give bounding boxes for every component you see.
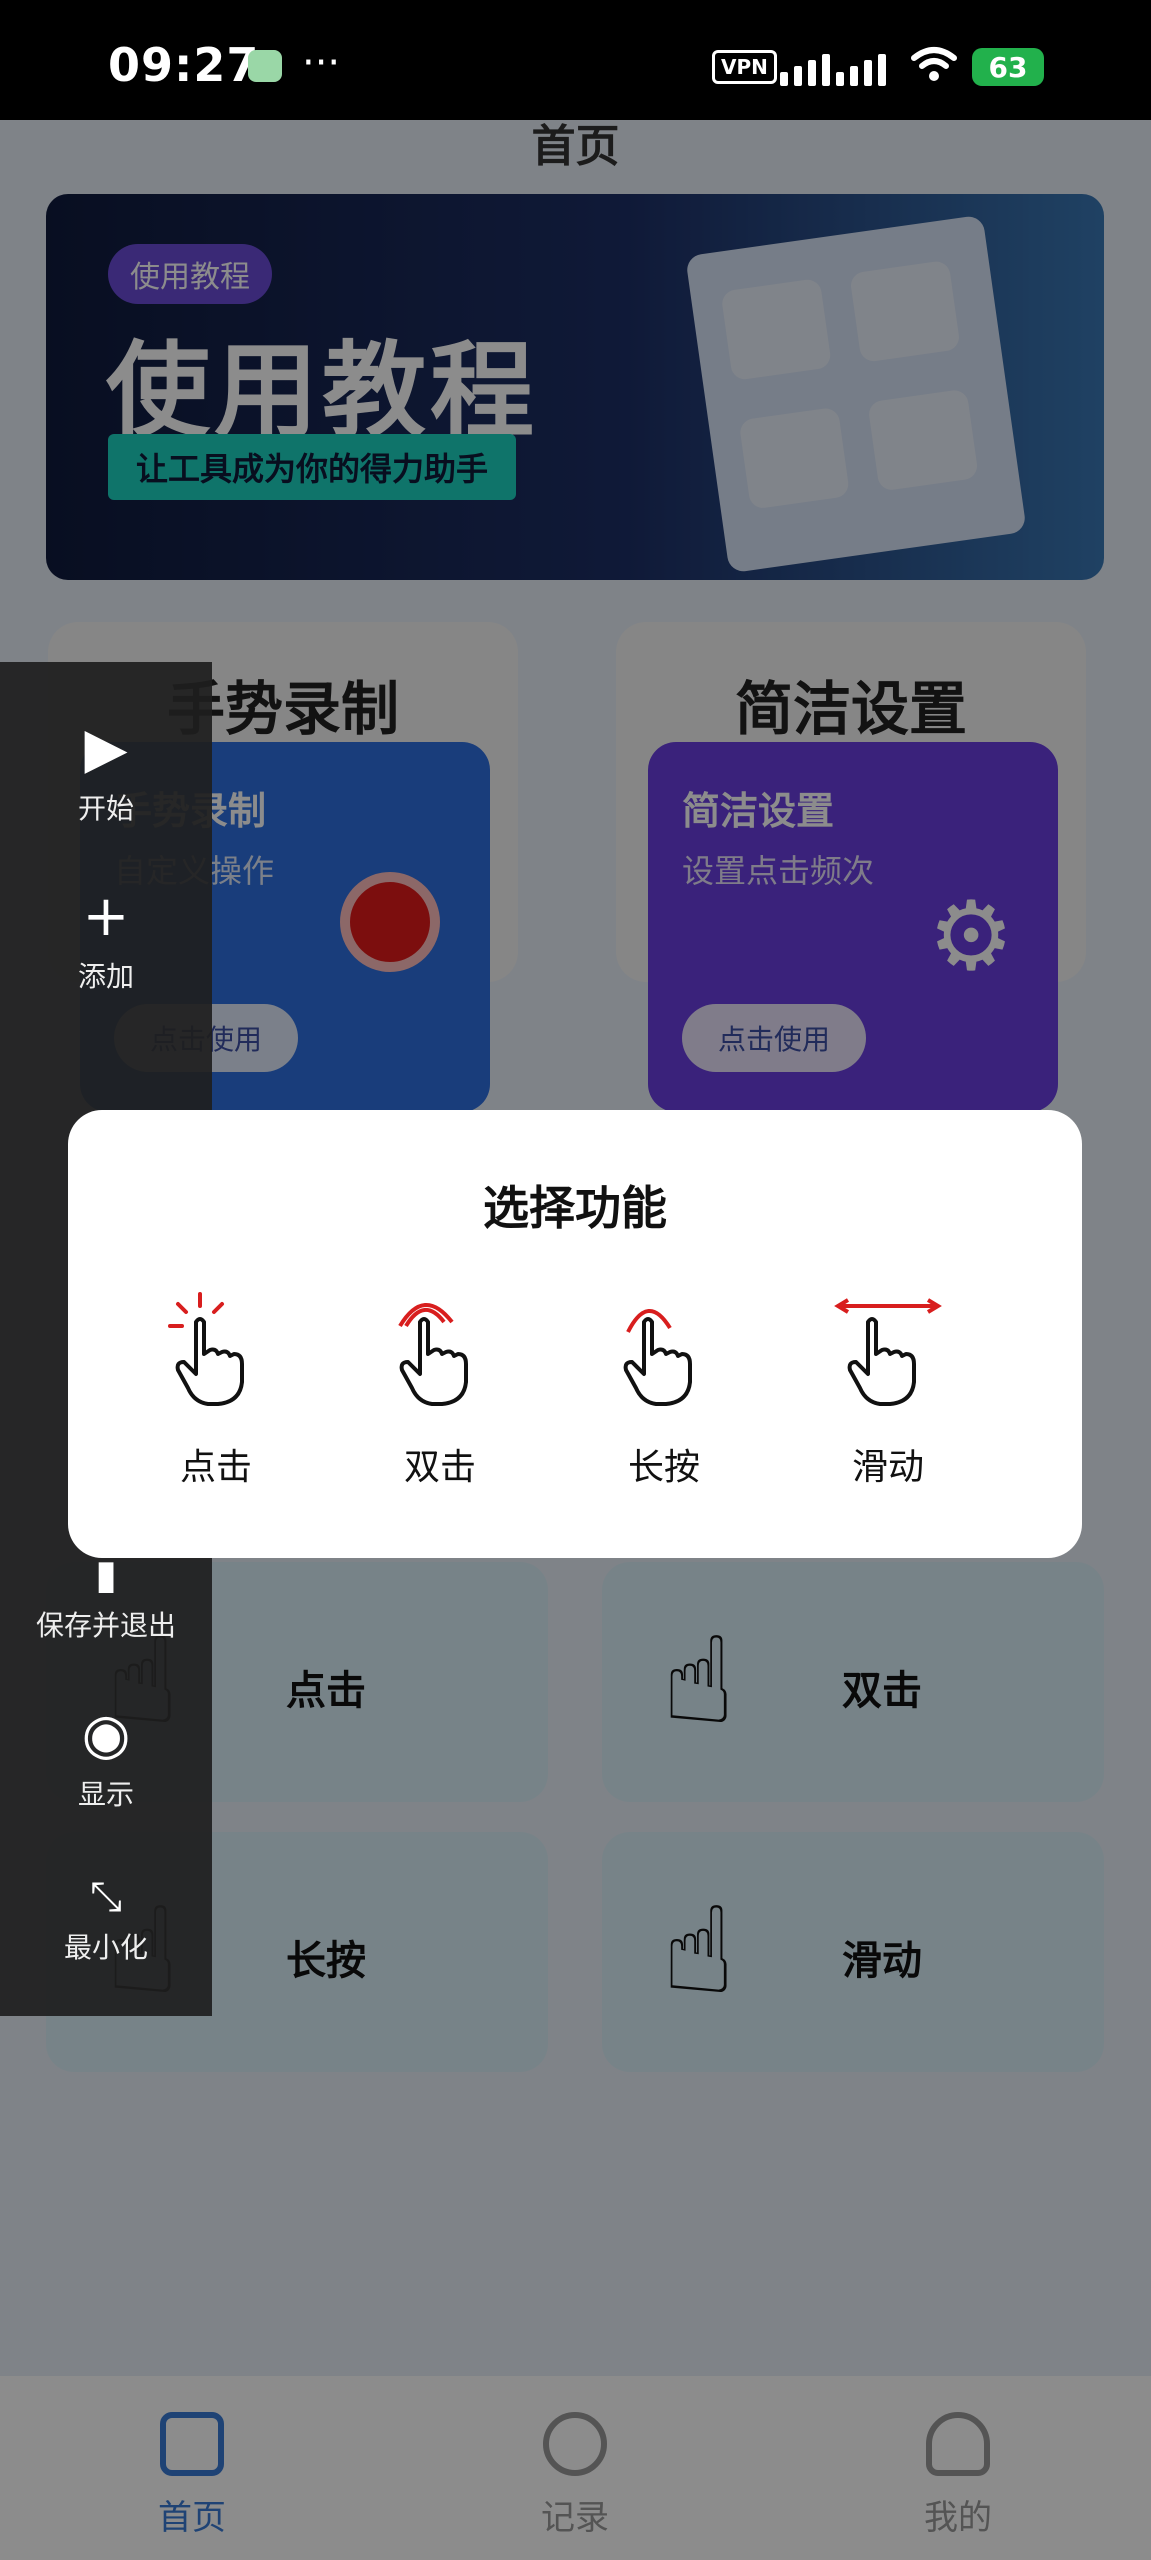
- option-long-press[interactable]: 长按: [574, 1292, 754, 1490]
- option-label: 点击: [179, 1447, 252, 1488]
- more-notifications-icon: ···: [302, 40, 341, 86]
- save-icon: ▮: [94, 1552, 117, 1598]
- minimize-icon: ⤡: [90, 1874, 122, 1920]
- toolbar-label: 显示: [77, 1778, 134, 1811]
- eye-icon: ◉: [81, 1702, 131, 1767]
- long-press-icon: [604, 1292, 724, 1412]
- toolbar-label: 最小化: [63, 1931, 148, 1964]
- start-button[interactable]: ▶ 开始: [0, 716, 212, 827]
- android-app-icon: [248, 50, 282, 82]
- tap-icon: [156, 1292, 276, 1412]
- toolbar-label: 添加: [77, 960, 134, 993]
- option-swipe[interactable]: 滑动: [798, 1292, 978, 1490]
- wifi-icon: [910, 44, 958, 88]
- option-double-tap[interactable]: 双击: [350, 1292, 530, 1490]
- option-tap[interactable]: 点击: [126, 1292, 306, 1490]
- signal-icon: [780, 46, 886, 86]
- minimize-button[interactable]: ⤡ 最小化: [0, 1874, 212, 1966]
- swipe-icon: [828, 1292, 948, 1412]
- play-icon: ▶: [84, 716, 128, 781]
- plus-icon: +: [82, 884, 130, 949]
- dialog-title: 选择功能: [483, 1181, 667, 1235]
- status-time: 09:27: [108, 38, 260, 92]
- battery-level: 63: [988, 50, 1028, 84]
- toolbar-label: 保存并退出: [35, 1609, 176, 1642]
- battery-icon: 63: [972, 48, 1044, 86]
- status-bar: 09:27 ··· VPN 63: [0, 0, 1151, 120]
- save-exit-button[interactable]: ▮ 保存并退出: [0, 1552, 212, 1644]
- option-label: 滑动: [851, 1447, 924, 1488]
- show-button[interactable]: ◉ 显示: [0, 1702, 212, 1813]
- toolbar-label: 开始: [77, 792, 134, 825]
- double-tap-icon: [380, 1292, 500, 1412]
- select-function-dialog: 选择功能 点击 双击 长按 滑动: [68, 1110, 1082, 1558]
- option-label: 长按: [627, 1447, 700, 1488]
- add-button[interactable]: + 添加: [0, 884, 212, 995]
- option-label: 双击: [403, 1447, 476, 1488]
- vpn-icon: VPN: [712, 50, 777, 84]
